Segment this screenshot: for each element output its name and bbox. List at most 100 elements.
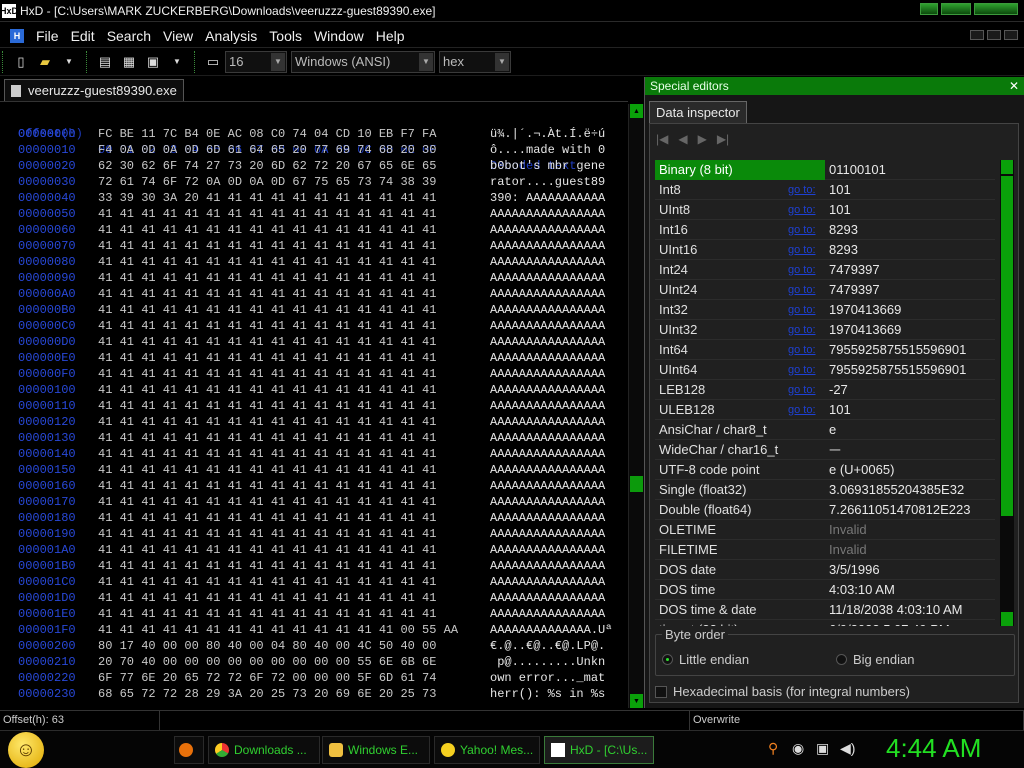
firefox-icon[interactable] [174, 736, 204, 764]
row-decoded-text[interactable]: AAAAAAAAAAAAAAAA [490, 606, 605, 622]
mdi-restore-button[interactable] [987, 30, 1001, 40]
row-hex-bytes[interactable]: 20 70 40 00 00 00 00 00 00 00 00 00 55 6… [98, 654, 436, 670]
row-hex-bytes[interactable]: 41 41 41 41 41 41 41 41 41 41 41 41 41 4… [98, 430, 436, 446]
inspector-value[interactable]: e (U+0065) [825, 460, 995, 480]
inspector-row[interactable]: DOS time 4:03:10 AM [655, 580, 995, 600]
row-decoded-text[interactable]: AAAAAAAAAAAAAAAA [490, 526, 605, 542]
row-decoded-text[interactable]: AAAAAAAAAAAAAAAA [490, 478, 605, 494]
inspector-value[interactable]: 01100101 [825, 160, 995, 180]
row-decoded-text[interactable]: 390: AAAAAAAAAAA [490, 190, 605, 206]
inspector-row[interactable]: Int32 go to: 1970413669 [655, 300, 995, 320]
start-button[interactable]: ☺ [8, 732, 44, 768]
open-folder-icon[interactable]: ▰ [36, 53, 54, 71]
taskbar-item-hxd[interactable]: HxD - [C:\Us... [544, 736, 654, 764]
document-icon[interactable]: H [10, 28, 24, 43]
goto-link[interactable]: go to: [788, 204, 816, 216]
row-decoded-text[interactable]: AAAAAAAAAAAAAAAA [490, 286, 605, 302]
hex-scrollbar[interactable]: ▲ ▼ [628, 104, 644, 708]
row-hex-bytes[interactable]: 41 41 41 41 41 41 41 41 41 41 41 41 41 4… [98, 286, 436, 302]
maximize-button[interactable] [941, 3, 971, 15]
search-icon[interactable]: ⚲ [768, 740, 778, 757]
menu-edit[interactable]: Edit [65, 28, 101, 44]
scroll-down-arrow[interactable]: ▼ [630, 694, 643, 708]
goto-link[interactable]: go to: [788, 404, 816, 416]
inspector-row[interactable]: WideChar / char16_t ㅡ [655, 440, 995, 460]
big-endian-radio[interactable]: Big endian [836, 652, 914, 667]
inspector-value[interactable]: 11/18/2038 4:03:10 AM [825, 600, 995, 620]
goto-link[interactable]: go to: [788, 244, 816, 256]
inspector-value[interactable]: 3.06931855204385E32 [825, 480, 995, 500]
inspector-row[interactable]: UInt32 go to: 1970413669 [655, 320, 995, 340]
scroll-up-arrow[interactable]: ▲ [630, 104, 643, 118]
base-select[interactable]: hex ▼ [439, 50, 511, 73]
row-hex-bytes[interactable]: 41 41 41 41 41 41 41 41 41 41 41 41 41 4… [98, 494, 436, 510]
inspector-row[interactable]: time_t (32 bit) 6/9/2032 5:07:49 PM [655, 620, 995, 626]
inspector-value[interactable]: 101 [825, 200, 995, 220]
scroll-thumb[interactable] [1001, 176, 1013, 516]
inspector-value[interactable]: Invalid [825, 520, 995, 540]
row-decoded-text[interactable]: AAAAAAAAAAAAAAAA [490, 334, 605, 350]
network-icon[interactable]: ▣ [816, 740, 829, 757]
menu-analysis[interactable]: Analysis [199, 28, 263, 44]
row-hex-bytes[interactable]: 6F 77 6E 20 65 72 72 6F 72 00 00 00 5F 6… [98, 670, 436, 686]
scroll-thumb[interactable] [630, 476, 643, 492]
row-decoded-text[interactable]: p@.........Unkn [490, 654, 605, 670]
volume-icon[interactable]: ◀) [840, 740, 855, 757]
row-decoded-text[interactable]: AAAAAAAAAAAAAAAA [490, 270, 605, 286]
row-decoded-text[interactable]: AAAAAAAAAAAAAAAA [490, 366, 605, 382]
menu-tools[interactable]: Tools [263, 28, 308, 44]
goto-link[interactable]: go to: [788, 304, 816, 316]
inspector-value[interactable]: 6/9/2032 5:07:49 PM [825, 620, 995, 626]
row-decoded-text[interactable]: AAAAAAAAAAAAAA.Uª [490, 622, 612, 638]
inspector-row[interactable]: Int64 go to: 7955925875515596901 [655, 340, 995, 360]
scroll-down-arrow[interactable] [1001, 612, 1013, 626]
file-properties-icon[interactable]: ▣ [144, 53, 162, 71]
row-hex-bytes[interactable]: 41 41 41 41 41 41 41 41 41 41 41 41 41 4… [98, 366, 436, 382]
row-hex-bytes[interactable]: 41 41 41 41 41 41 41 41 41 41 41 41 41 4… [98, 622, 458, 638]
menu-view[interactable]: View [157, 28, 199, 44]
inspector-row[interactable]: ULEB128 go to: 101 [655, 400, 995, 420]
close-icon[interactable]: ✕ [1009, 79, 1019, 93]
inspector-value[interactable]: 8293 [825, 240, 995, 260]
row-decoded-text[interactable]: AAAAAAAAAAAAAAAA [490, 574, 605, 590]
row-decoded-text[interactable]: AAAAAAAAAAAAAAAA [490, 302, 605, 318]
goto-link[interactable]: go to: [788, 324, 816, 336]
row-hex-bytes[interactable]: 41 41 41 41 41 41 41 41 41 41 41 41 41 4… [98, 462, 436, 478]
inspector-value[interactable]: 7479397 [825, 280, 995, 300]
inspector-value[interactable]: 7.26611051470812E223 [825, 500, 995, 520]
inspector-row[interactable]: Single (float32) 3.06931855204385E32 [655, 480, 995, 500]
inspector-row[interactable]: AnsiChar / char8_t e [655, 420, 995, 440]
inspector-row[interactable]: UInt16 go to: 8293 [655, 240, 995, 260]
row-decoded-text[interactable]: AAAAAAAAAAAAAAAA [490, 542, 605, 558]
row-decoded-text[interactable]: herr(): %s in %s [490, 686, 605, 702]
scroll-up-arrow[interactable] [1001, 160, 1013, 174]
charset-select[interactable]: Windows (ANSI) ▼ [291, 50, 435, 73]
inspector-row[interactable]: UInt24 go to: 7479397 [655, 280, 995, 300]
row-decoded-text[interactable]: AAAAAAAAAAAAAAAA [490, 558, 605, 574]
goto-link[interactable]: go to: [788, 184, 816, 196]
inspector-row[interactable]: Int8 go to: 101 [655, 180, 995, 200]
menu-file[interactable]: File [30, 28, 65, 44]
row-hex-bytes[interactable]: 41 41 41 41 41 41 41 41 41 41 41 41 41 4… [98, 446, 436, 462]
close-button[interactable] [974, 3, 1018, 15]
minimize-button[interactable] [920, 3, 938, 15]
row-decoded-text[interactable]: AAAAAAAAAAAAAAAA [490, 254, 605, 270]
hex-editor[interactable]: Offset(h) 00 01 02 03 04 05 06 07 08 09 … [0, 101, 628, 708]
inspector-value[interactable]: 7955925875515596901 [825, 360, 995, 380]
inspector-row[interactable]: UTF-8 code point e (U+0065) [655, 460, 995, 480]
inspector-value[interactable]: e [825, 420, 995, 440]
inspector-value[interactable]: 7955925875515596901 [825, 340, 995, 360]
taskbar-item-downloads[interactable]: Downloads ... [208, 736, 320, 764]
row-decoded-text[interactable]: AAAAAAAAAAAAAAAA [490, 206, 605, 222]
row-hex-bytes[interactable]: 41 41 41 41 41 41 41 41 41 41 41 41 41 4… [98, 606, 436, 622]
row-decoded-text[interactable]: AAAAAAAAAAAAAAAA [490, 590, 605, 606]
row-decoded-text[interactable]: AAAAAAAAAAAAAAAA [490, 382, 605, 398]
inspector-value[interactable]: 8293 [825, 220, 995, 240]
row-hex-bytes[interactable]: 72 61 74 6F 72 0A 0D 0A 0D 67 75 65 73 7… [98, 174, 436, 190]
menu-help[interactable]: Help [370, 28, 411, 44]
row-hex-bytes[interactable]: 41 41 41 41 41 41 41 41 41 41 41 41 41 4… [98, 590, 436, 606]
row-hex-bytes[interactable]: 41 41 41 41 41 41 41 41 41 41 41 41 41 4… [98, 574, 436, 590]
row-decoded-text[interactable]: ü¾.|´.¬.Àt.Í.ë÷ú [490, 126, 605, 142]
taskbar-item-yahoo-messenger[interactable]: Yahoo! Mes... [434, 736, 540, 764]
open-dropdown-icon[interactable]: ▼ [60, 53, 78, 71]
